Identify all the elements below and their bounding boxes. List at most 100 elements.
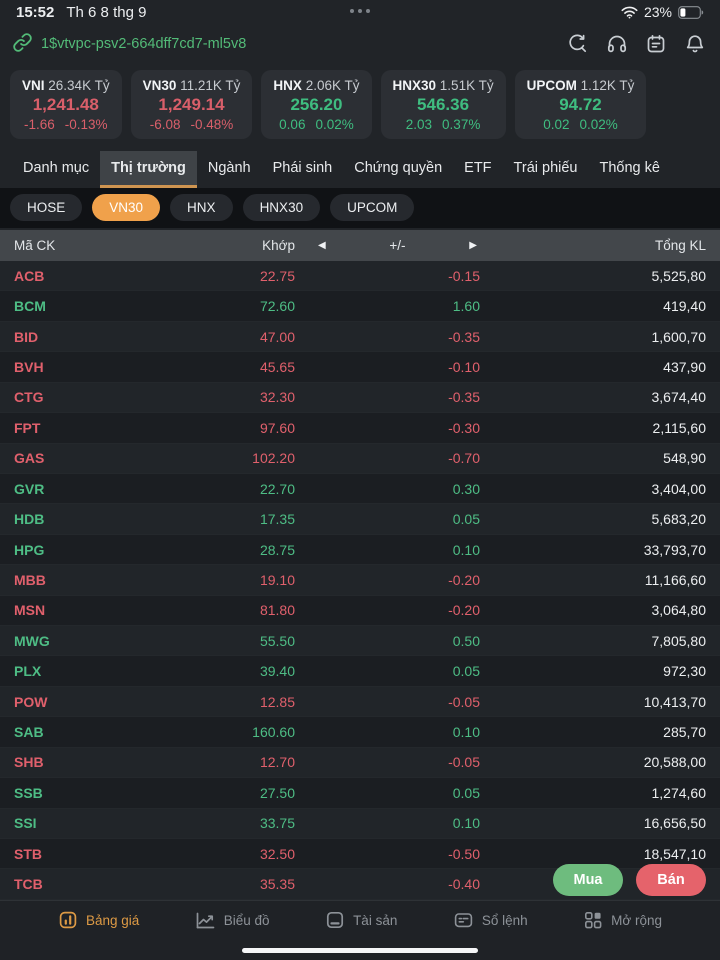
sell-button[interactable]: Bán [636, 864, 706, 896]
exchange-filter-pill[interactable]: HNX [170, 194, 233, 221]
table-row[interactable]: SAB 160.60 0.10 285,70 [0, 717, 720, 747]
table-row[interactable]: MBB 19.10 -0.20 11,166,60 [0, 565, 720, 595]
nav-item-expand[interactable]: Mở rộng [583, 910, 662, 930]
stock-symbol: SHB [0, 754, 150, 770]
battery-percent: 23% [644, 4, 672, 20]
col-header-price: Khớp [150, 238, 295, 253]
matched-price: 81.80 [150, 602, 295, 618]
index-change-pct: 0.02% [580, 117, 618, 132]
nav-item-chart[interactable]: Biểu đồ [195, 910, 270, 930]
trading-app: 15:52 Th 6 8 thg 9 23% [0, 0, 720, 960]
stock-symbol: GAS [0, 450, 150, 466]
table-row[interactable]: GVR 22.70 0.30 3,404,00 [0, 474, 720, 504]
index-card[interactable]: VNI 26.34K Tỷ 1,241.48 -1.66 -0.13% [10, 70, 122, 139]
table-row[interactable]: GAS 102.20 -0.70 548,90 [0, 444, 720, 474]
table-row[interactable]: MSN 81.80 -0.20 3,064,80 [0, 596, 720, 626]
index-value: 546.36 [393, 95, 494, 115]
price-change: -0.15 [295, 268, 480, 284]
session-id: 1$vtvpc-psv2-664dff7cd7-ml5v8 [41, 36, 246, 52]
table-row[interactable]: SHB 12.70 -0.05 20,588,00 [0, 748, 720, 778]
expand-grid-icon [583, 910, 603, 930]
exchange-filter-pill[interactable]: HOSE [10, 194, 82, 221]
session-link[interactable]: 1$vtvpc-psv2-664dff7cd7-ml5v8 [12, 32, 246, 57]
index-card[interactable]: UPCOM 1.12K Tỷ 94.72 0.02 0.02% [515, 70, 647, 139]
table-row[interactable]: PLX 39.40 0.05 972,30 [0, 656, 720, 686]
table-row[interactable]: MWG 55.50 0.50 7,805,80 [0, 626, 720, 656]
tab[interactable]: ETF [453, 151, 502, 188]
index-change: 0.02 [543, 117, 569, 132]
table-row[interactable]: BVH 45.65 -0.10 437,90 [0, 352, 720, 382]
nav-item-assets[interactable]: Tài sản [325, 910, 397, 930]
matched-price: 35.35 [150, 876, 295, 892]
table-row[interactable]: FPT 97.60 -0.30 2,115,60 [0, 413, 720, 443]
index-name: HNX30 [393, 78, 437, 93]
table-row[interactable]: CTG 32.30 -0.35 3,674,40 [0, 383, 720, 413]
main-tabs: Danh mục Thị trường Ngành Phái sinh Chứn… [0, 151, 720, 188]
table-row[interactable]: ACB 22.75 -0.15 5,525,80 [0, 261, 720, 291]
nav-item-orders[interactable]: Sổ lệnh [453, 910, 528, 930]
multitask-dots-icon [350, 9, 370, 13]
exchange-filter-pill[interactable]: VN30 [92, 194, 160, 221]
tab[interactable]: Danh mục [12, 151, 100, 188]
stock-symbol: HPG [0, 542, 150, 558]
price-change: 0.05 [295, 785, 480, 801]
index-value: 94.72 [527, 95, 635, 115]
notification-bell-icon[interactable] [684, 33, 706, 55]
wifi-icon [621, 6, 638, 19]
total-volume: 5,683,20 [480, 511, 720, 527]
stock-symbol: SSB [0, 785, 150, 801]
trade-buttons: Mua Bán [553, 864, 706, 896]
matched-price: 72.60 [150, 298, 295, 314]
refresh-icon[interactable] [567, 33, 589, 55]
table-row[interactable]: HDB 17.35 0.05 5,683,20 [0, 504, 720, 534]
total-volume: 2,115,60 [480, 420, 720, 436]
index-turnover: 1.12K Tỷ [581, 78, 635, 93]
price-change: -0.05 [295, 694, 480, 710]
next-column-arrow-icon[interactable]: ▶ [466, 238, 480, 253]
support-headset-icon[interactable] [606, 33, 628, 55]
tab[interactable]: Phái sinh [262, 151, 344, 188]
stock-symbol: PLX [0, 663, 150, 679]
tab[interactable]: Thống kê [589, 151, 671, 188]
total-volume: 3,064,80 [480, 602, 720, 618]
tab[interactable]: Ngành [197, 151, 262, 188]
matched-price: 22.70 [150, 481, 295, 497]
notes-icon[interactable] [645, 33, 667, 55]
table-row[interactable]: BCM 72.60 1.60 419,40 [0, 291, 720, 321]
exchange-filter-row: HOSE VN30 HNX HNX30 UPCOM [0, 188, 720, 228]
tab[interactable]: Chứng quyền [343, 151, 453, 188]
price-change: -0.50 [295, 846, 480, 862]
table-row[interactable]: POW 12.85 -0.05 10,413,70 [0, 687, 720, 717]
prev-column-arrow-icon[interactable]: ◀ [315, 238, 329, 253]
total-volume: 1,600,70 [480, 329, 720, 345]
tab[interactable]: Trái phiếu [503, 151, 589, 188]
table-row[interactable]: HPG 28.75 0.10 33,793,70 [0, 535, 720, 565]
total-volume: 18,547,10 [480, 846, 720, 862]
matched-price: 32.50 [150, 846, 295, 862]
total-volume: 1,274,60 [480, 785, 720, 801]
index-turnover: 1.51K Tỷ [440, 78, 494, 93]
link-icon [12, 32, 33, 57]
bottom-nav: Bảng giá Biểu đồ Tài sản [0, 900, 720, 960]
buy-button[interactable]: Mua [553, 864, 623, 896]
total-volume: 33,793,70 [480, 542, 720, 558]
index-card[interactable]: HNX 2.06K Tỷ 256.20 0.06 0.02% [261, 70, 371, 139]
index-value: 256.20 [273, 95, 359, 115]
exchange-filter-pill[interactable]: UPCOM [330, 194, 414, 221]
exchange-filter-pill[interactable]: HNX30 [243, 194, 321, 221]
table-row[interactable]: BID 47.00 -0.35 1,600,70 [0, 322, 720, 352]
tab[interactable]: Thị trường [100, 151, 197, 188]
index-turnover: 2.06K Tỷ [306, 78, 360, 93]
index-card[interactable]: VN30 11.21K Tỷ 1,249.14 -6.08 -0.48% [131, 70, 253, 139]
nav-item-price-board[interactable]: Bảng giá [58, 910, 139, 930]
table-row[interactable]: SSI 33.75 0.10 16,656,50 [0, 809, 720, 839]
home-indicator[interactable] [242, 948, 478, 954]
matched-price: 102.20 [150, 450, 295, 466]
table-row[interactable]: SSB 27.50 0.05 1,274,60 [0, 778, 720, 808]
matched-price: 17.35 [150, 511, 295, 527]
index-turnover: 11.21K Tỷ [180, 78, 240, 93]
index-card[interactable]: HNX30 1.51K Tỷ 546.36 2.03 0.37% [381, 70, 506, 139]
table-header: Mã CK Khớp ◀ +/- ▶ Tổng KL [0, 230, 720, 261]
stock-symbol: STB [0, 846, 150, 862]
price-change: 0.50 [295, 633, 480, 649]
